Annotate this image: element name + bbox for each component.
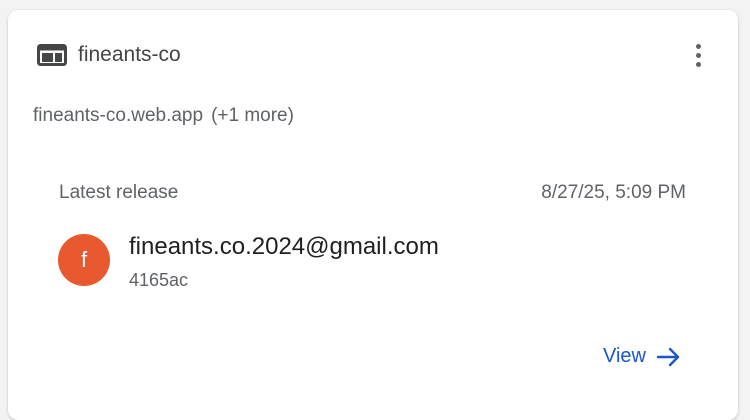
more-vert-icon	[695, 43, 701, 49]
view-label: View	[603, 345, 646, 367]
hosting-site-card: fineants-co fineants-co.web.app (+1 more)…	[8, 10, 738, 420]
site-domains: fineants-co.web.app (+1 more)	[33, 105, 294, 127]
site-title: fineants-co	[78, 43, 181, 66]
release-author-email: fineants.co.2024@gmail.com	[129, 233, 439, 260]
more-options-button[interactable]	[684, 38, 712, 72]
release-version-id: 4165ac	[129, 270, 189, 290]
avatar: f	[58, 234, 110, 286]
domain-link[interactable]: fineants-co.web.app	[33, 105, 203, 126]
latest-release-label: Latest release	[59, 182, 179, 203]
more-domains-label[interactable]: (+1 more)	[211, 105, 294, 126]
release-timestamp: 8/27/25, 5:09 PM	[541, 182, 686, 203]
avatar-letter: f	[80, 247, 88, 272]
arrow-right-icon	[656, 347, 680, 366]
web-hosting-icon	[37, 44, 67, 66]
view-button[interactable]: View	[603, 345, 682, 368]
